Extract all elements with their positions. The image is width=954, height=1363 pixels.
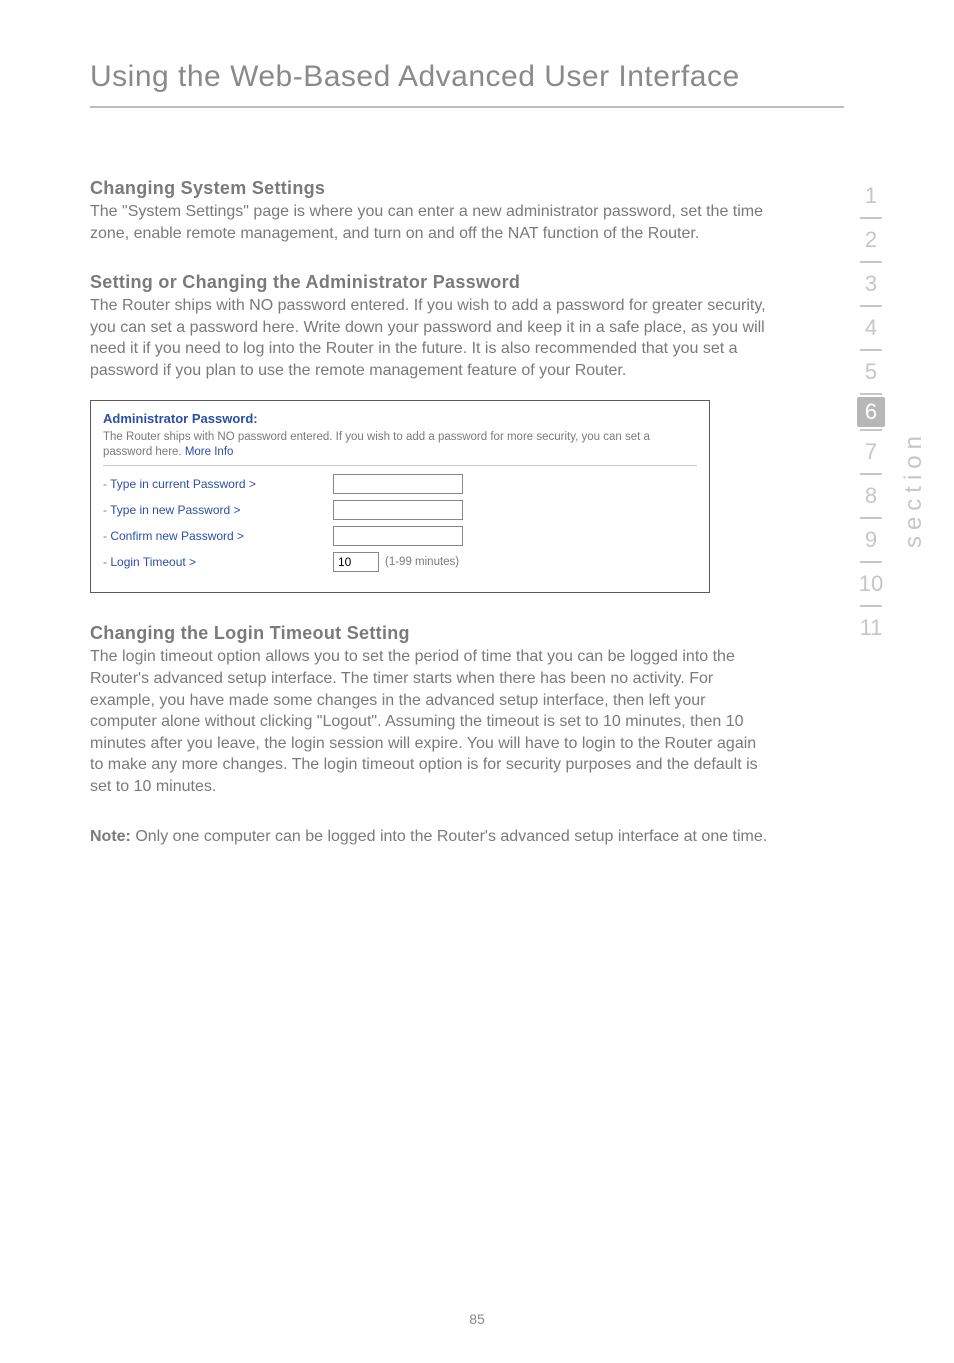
body-login-timeout: The login timeout option allows you to s… xyxy=(90,646,770,797)
side-section-nav: 1 2 3 4 5 6 7 8 9 10 11 xyxy=(848,175,894,649)
note-label: Note: xyxy=(90,828,131,845)
page-number: 85 xyxy=(0,1311,954,1327)
nav-divider xyxy=(860,393,882,395)
login-timeout-input[interactable] xyxy=(333,552,379,572)
nav-item-8[interactable]: 8 xyxy=(848,483,894,509)
label-new-password: - Type in new Password > xyxy=(103,503,333,517)
row-current-password: - Type in current Password > xyxy=(103,474,697,494)
heading-login-timeout: Changing the Login Timeout Setting xyxy=(90,623,770,644)
label-current-password: - Type in current Password > xyxy=(103,477,333,491)
label-new-password-text: Type in new Password > xyxy=(110,503,240,517)
row-login-timeout: - Login Timeout > (1-99 minutes) xyxy=(103,552,697,572)
nav-item-4[interactable]: 4 xyxy=(848,315,894,341)
panel-description: The Router ships with NO password entere… xyxy=(103,430,697,460)
chapter-title: Using the Web-Based Advanced User Interf… xyxy=(90,60,844,94)
label-confirm-password: - Confirm new Password > xyxy=(103,529,333,543)
nav-item-10[interactable]: 10 xyxy=(848,571,894,597)
label-login-timeout: - Login Timeout > xyxy=(103,555,333,569)
nav-divider xyxy=(860,561,882,563)
confirm-password-input[interactable] xyxy=(333,526,463,546)
title-divider xyxy=(90,106,844,108)
row-confirm-password: - Confirm new Password > xyxy=(103,526,697,546)
nav-item-6-label: 6 xyxy=(857,397,885,427)
admin-password-panel: Administrator Password: The Router ships… xyxy=(90,400,710,594)
body-changing-system-settings: The "System Settings" page is where you … xyxy=(90,201,770,244)
nav-divider xyxy=(860,605,882,607)
note-paragraph: Note: Only one computer can be logged in… xyxy=(90,826,770,848)
nav-divider xyxy=(860,473,882,475)
note-text: Only one computer can be logged into the… xyxy=(131,828,767,845)
heading-admin-password: Setting or Changing the Administrator Pa… xyxy=(90,272,770,293)
label-confirm-password-text: Confirm new Password > xyxy=(110,529,244,543)
nav-item-2[interactable]: 2 xyxy=(848,227,894,253)
nav-divider xyxy=(860,349,882,351)
nav-divider xyxy=(860,429,882,431)
nav-item-11[interactable]: 11 xyxy=(848,615,894,641)
section-vertical-label: section xyxy=(900,430,928,548)
nav-item-5[interactable]: 5 xyxy=(848,359,894,385)
nav-item-7[interactable]: 7 xyxy=(848,439,894,465)
login-timeout-units: (1-99 minutes) xyxy=(385,556,459,568)
nav-divider xyxy=(860,305,882,307)
main-content: Changing System Settings The "System Set… xyxy=(90,178,770,847)
heading-changing-system-settings: Changing System Settings xyxy=(90,178,770,199)
nav-item-1[interactable]: 1 xyxy=(848,183,894,209)
page-container: Using the Web-Based Advanced User Interf… xyxy=(0,0,954,1363)
body-admin-password: The Router ships with NO password entere… xyxy=(90,295,770,381)
nav-divider xyxy=(860,517,882,519)
label-login-timeout-text: Login Timeout > xyxy=(110,555,196,569)
panel-title: Administrator Password: xyxy=(103,411,697,426)
nav-divider xyxy=(860,261,882,263)
row-new-password: - Type in new Password > xyxy=(103,500,697,520)
new-password-input[interactable] xyxy=(333,500,463,520)
nav-item-3[interactable]: 3 xyxy=(848,271,894,297)
nav-item-6-active[interactable]: 6 xyxy=(848,397,894,427)
nav-item-9[interactable]: 9 xyxy=(848,527,894,553)
nav-divider xyxy=(860,217,882,219)
more-info-link[interactable]: More Info xyxy=(185,446,234,458)
label-current-password-text: Type in current Password > xyxy=(110,477,256,491)
panel-divider xyxy=(103,465,697,466)
current-password-input[interactable] xyxy=(333,474,463,494)
